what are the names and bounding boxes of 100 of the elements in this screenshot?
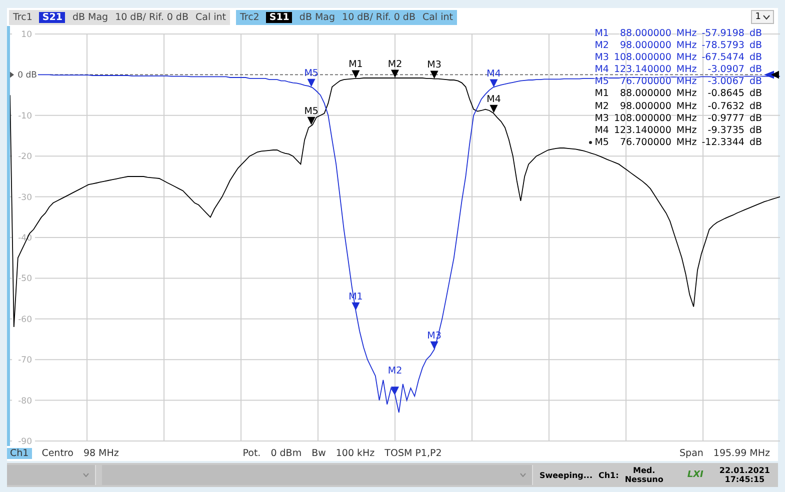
trace-parameter: S11: [266, 12, 292, 22]
marker-value: -9.3735: [706, 124, 744, 137]
marker-unit: dB: [749, 40, 762, 52]
marker-name: M3: [594, 52, 609, 64]
marker-label: M2: [388, 58, 402, 70]
marker-unit: dB: [749, 124, 762, 137]
marker-label: M2: [388, 366, 402, 377]
marker-unit: MHz: [676, 40, 697, 52]
marker-name: M1: [594, 28, 609, 40]
marker-name: M2: [594, 100, 609, 113]
marker-value: -3.0907: [706, 64, 744, 76]
axis-label: -20: [18, 152, 32, 162]
bandwidth-value: 100 kHz: [336, 448, 375, 459]
span-value: 195.99 MHz: [713, 448, 770, 459]
marker-unit: MHz: [676, 124, 697, 137]
trace-name: Trc2: [240, 12, 260, 22]
marker-unit: MHz: [676, 100, 697, 113]
calibration-label: TOSM P1,P2: [384, 448, 442, 459]
chevron-icon: [763, 14, 770, 20]
time-text: 17:45:15: [724, 475, 765, 484]
marker-name: M5: [588, 136, 609, 149]
window-menu-button[interactable]: 1: [751, 10, 774, 24]
trace-parameter: S21: [39, 12, 66, 22]
marker-value: -78.5793: [702, 40, 744, 52]
power-label: Pot.: [242, 448, 261, 459]
marker-frequency: 108.000000: [614, 112, 672, 125]
center-label: Centro: [42, 448, 74, 459]
marker-unit: dB: [749, 100, 762, 113]
marker-value: -0.9777: [706, 112, 744, 125]
marker-unit: dB: [749, 76, 762, 88]
marker-frequency: 76.700000: [619, 136, 672, 149]
trace-scale: 10 dB/ Rif. 0 dB: [115, 12, 188, 22]
marker-frequency: 123.140000: [614, 64, 672, 76]
trace-calibration: Cal int: [422, 12, 453, 22]
marker-frequency: 76.700000: [619, 76, 672, 88]
center-value: 98 MHz: [83, 448, 119, 459]
marker-frequency: 88.000000: [619, 28, 672, 40]
marker-frequency: 98.000000: [619, 100, 672, 113]
power-value: 0 dBm: [270, 448, 302, 459]
trace-calibration: Cal int: [195, 12, 226, 22]
trace-header[interactable]: Trc1 S21 dB Mag 10 dB/ Rif. 0 dB Cal int: [9, 10, 230, 24]
marker-frequency: 88.000000: [619, 88, 672, 101]
marker-unit: MHz: [676, 76, 697, 88]
axis-label: -80: [18, 396, 32, 406]
date-text: 22.01.2021: [719, 466, 770, 475]
trace-header[interactable]: Trc2 S11 dB Mag 10 dB/ Rif. 0 dB Cal int: [236, 10, 457, 24]
marker-value: -0.8645: [706, 88, 744, 101]
trace-format: dB Mag: [299, 12, 336, 22]
sweep-status: Sweeping...: [539, 470, 592, 480]
reference-arrow-icon: [10, 72, 14, 78]
marker-name: M5: [594, 76, 609, 88]
marker-label: M4: [486, 68, 501, 80]
marker-unit: dB: [749, 28, 762, 40]
trace-scale: 10 dB/ Rif. 0 dB: [342, 12, 416, 22]
average-label: Med.: [633, 466, 656, 475]
marker-label: M3: [427, 60, 442, 71]
chevron-icon: [520, 473, 526, 477]
marker-unit: dB: [749, 64, 762, 76]
marker-unit: dB: [749, 136, 762, 149]
marker-value: -0.7632: [706, 100, 744, 113]
marker-unit: MHz: [676, 112, 697, 125]
marker-label: M1: [348, 59, 363, 70]
marker-unit: dB: [749, 112, 762, 125]
marker-name: M2: [594, 40, 609, 52]
span-label: Span: [680, 448, 704, 459]
axis-label: -30: [18, 192, 32, 203]
marker-value: -67.5474: [702, 52, 744, 64]
channel-label: Ch1:: [598, 470, 619, 480]
marker-unit: dB: [749, 52, 762, 64]
status-segment[interactable]: [7, 465, 96, 485]
marker-frequency: 123.140000: [614, 124, 672, 137]
marker-unit: MHz: [676, 64, 697, 76]
marker-name: M4: [594, 124, 609, 137]
marker-unit: MHz: [676, 136, 697, 149]
average-value: Nessuno: [624, 475, 664, 484]
axis-label: -60: [18, 314, 32, 325]
marker-name: M1: [594, 88, 609, 101]
bandwidth-label: Bw: [312, 448, 326, 459]
marker-frequency: 98.000000: [619, 40, 672, 52]
marker-frequency: 108.000000: [614, 52, 672, 64]
marker-value: -3.0067: [706, 76, 744, 88]
chevron-icon: [82, 473, 89, 477]
axis-label: -70: [18, 356, 32, 366]
marker-unit: dB: [749, 88, 762, 101]
marker-label: M4: [486, 94, 501, 105]
lxi-label: LXI: [687, 470, 704, 480]
axis-label: 0 dB: [18, 70, 37, 81]
marker-unit: MHz: [676, 52, 697, 64]
axis-label: -10: [18, 111, 32, 122]
status-segment[interactable]: [102, 465, 534, 485]
marker-name: M3: [594, 112, 609, 125]
marker-name: M4: [594, 64, 609, 76]
trace-name: Trc1: [13, 12, 32, 22]
marker-unit: MHz: [676, 88, 697, 101]
marker-label: M5: [304, 106, 318, 117]
marker-value: -57.9198: [702, 28, 744, 40]
channel-tag[interactable]: Ch1: [7, 448, 32, 459]
trace-format: dB Mag: [72, 12, 108, 22]
axis-label: -90: [18, 437, 32, 446]
marker-value: -12.3344: [702, 136, 744, 149]
